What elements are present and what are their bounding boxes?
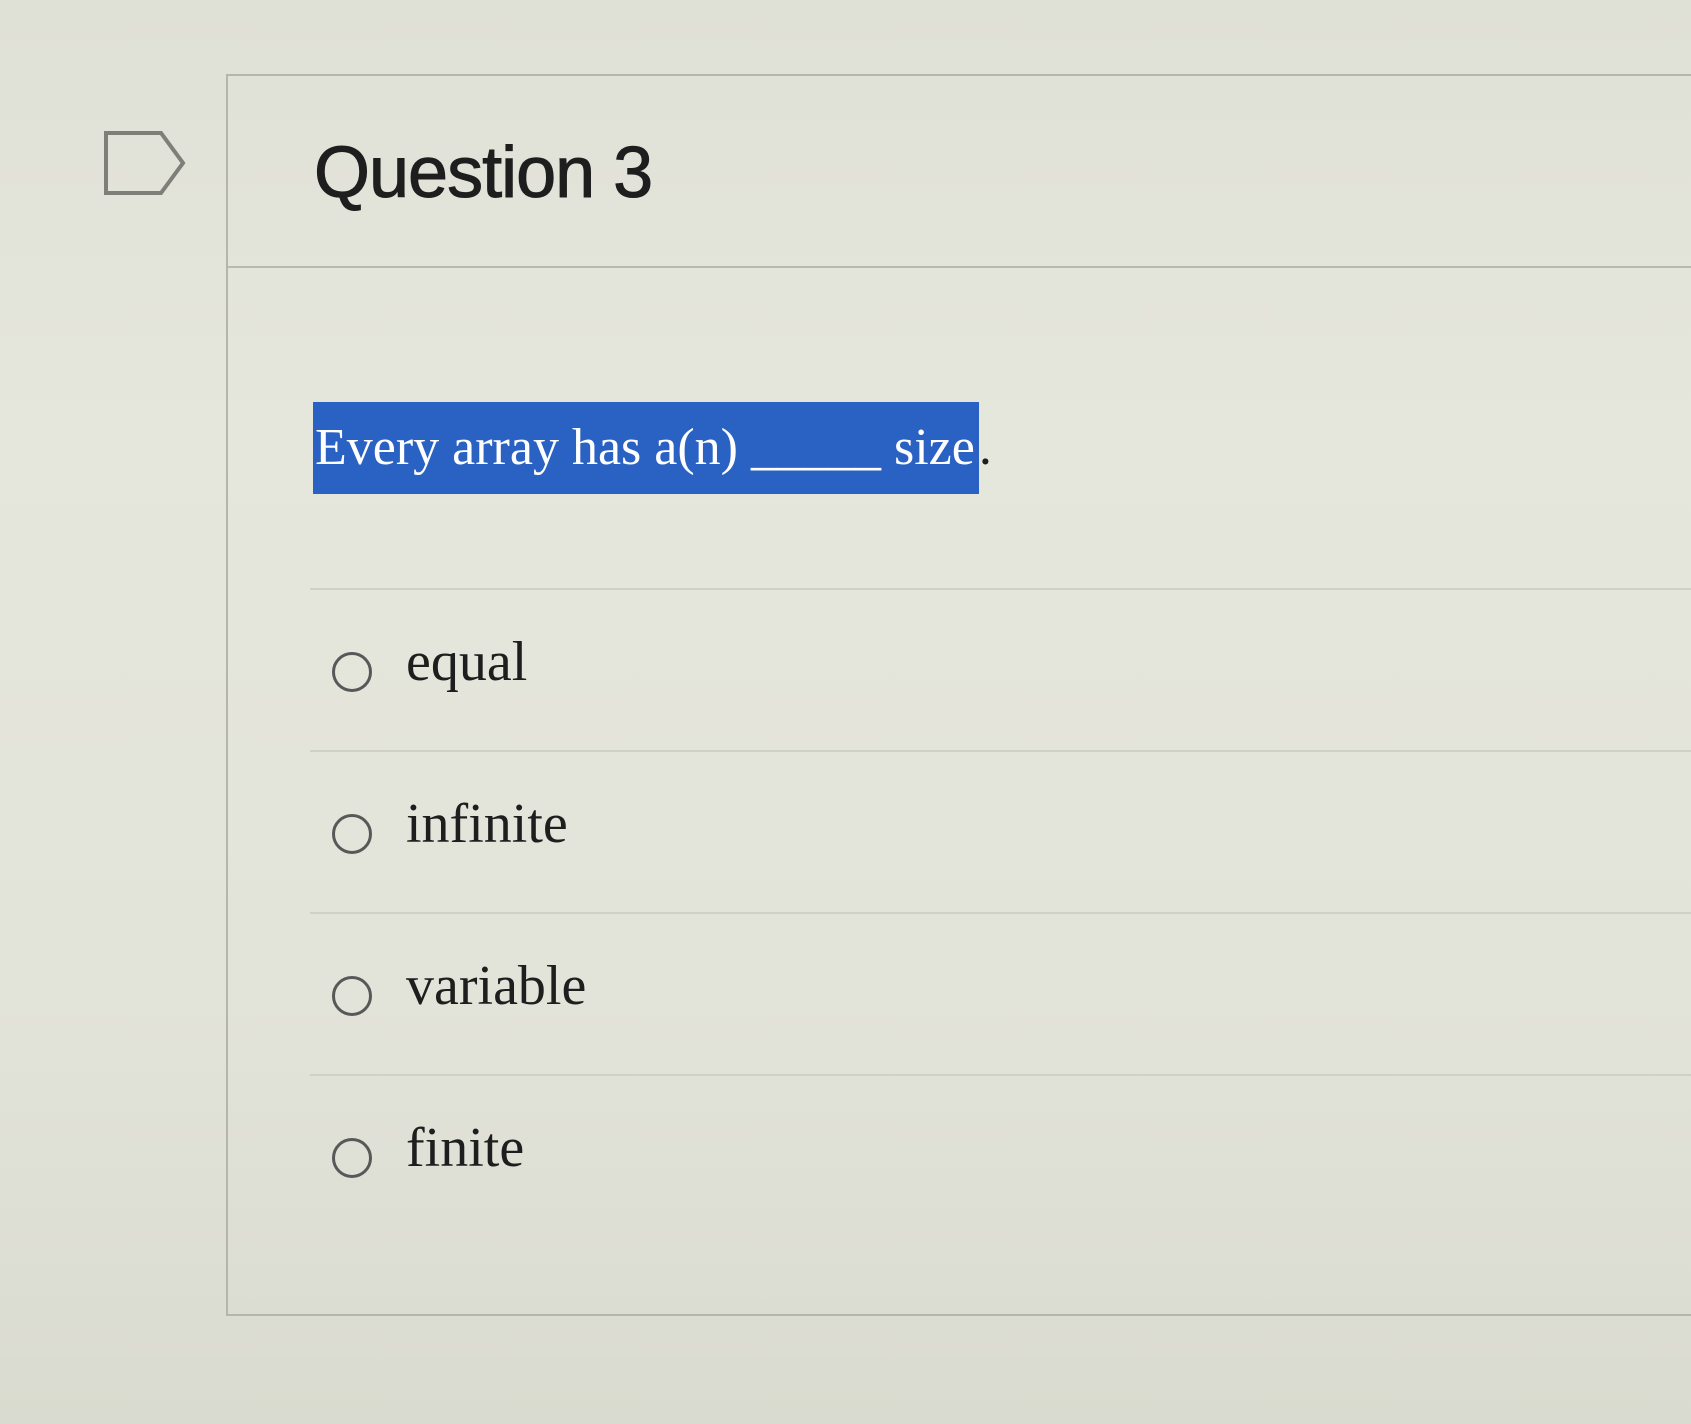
screen: Question 3 Every array has a(n) _____ si… (0, 0, 1691, 1424)
flag-question-icon[interactable] (103, 130, 187, 196)
question-header: Question 3 (228, 76, 1691, 268)
answer-option-variable[interactable]: variable (310, 912, 1691, 1074)
answer-option-infinite[interactable]: infinite (310, 750, 1691, 912)
answer-label[interactable]: variable (406, 954, 586, 1018)
question-title: Question 3 (313, 133, 653, 214)
question-prompt: Every array has a(n) _____ size. (313, 402, 992, 494)
answer-option-finite[interactable]: finite (310, 1074, 1691, 1236)
radio-button[interactable] (332, 652, 372, 692)
answer-label[interactable]: equal (406, 630, 527, 694)
answer-list: equal infinite variable finite (310, 588, 1691, 1236)
answer-label[interactable]: infinite (406, 792, 568, 856)
radio-button[interactable] (332, 976, 372, 1016)
answer-option-equal[interactable]: equal (310, 588, 1691, 750)
radio-button[interactable] (332, 1138, 372, 1178)
answer-label[interactable]: finite (406, 1116, 524, 1180)
question-text-period: . (978, 419, 992, 476)
question-text-highlighted: Every array has a(n) _____ size (313, 402, 979, 494)
radio-button[interactable] (332, 814, 372, 854)
question-card: Question 3 Every array has a(n) _____ si… (226, 74, 1691, 1316)
